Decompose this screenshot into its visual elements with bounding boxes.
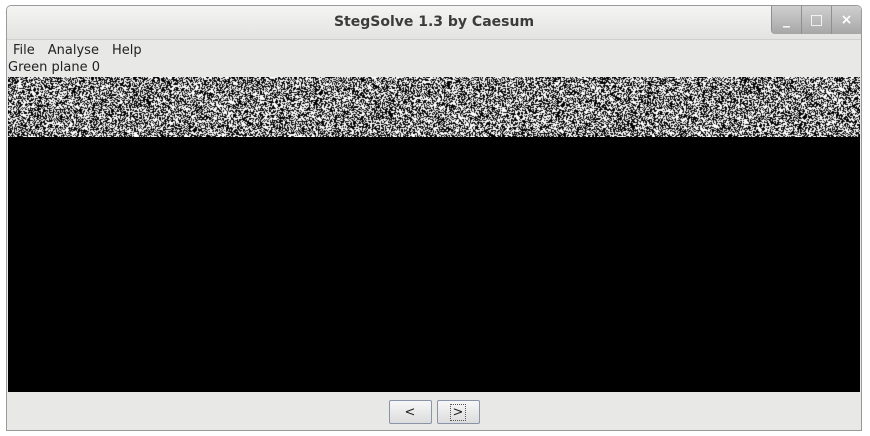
menu-help[interactable]: Help bbox=[106, 43, 149, 58]
stegsolve-window: StegSolve 1.3 by Caesum _ □ × File Analy… bbox=[6, 5, 862, 431]
close-button[interactable]: × bbox=[831, 6, 861, 34]
window-controls: _ □ × bbox=[771, 6, 861, 34]
maximize-button[interactable]: □ bbox=[801, 6, 831, 34]
bit-plane-noise-image bbox=[8, 77, 860, 137]
image-viewer bbox=[8, 77, 860, 392]
menu-bar: File Analyse Help bbox=[7, 40, 861, 60]
close-icon: × bbox=[840, 12, 853, 28]
title-bar[interactable]: StegSolve 1.3 by Caesum _ □ × bbox=[7, 6, 861, 40]
window-title: StegSolve 1.3 by Caesum bbox=[333, 14, 535, 30]
next-plane-button[interactable]: > bbox=[436, 400, 480, 424]
menu-file[interactable]: File bbox=[7, 43, 42, 58]
next-label: > bbox=[449, 403, 467, 421]
plane-label: Green plane 0 bbox=[8, 60, 100, 75]
menu-analyse[interactable]: Analyse bbox=[42, 43, 106, 58]
minimize-button[interactable]: _ bbox=[771, 6, 801, 34]
maximize-icon: □ bbox=[809, 12, 824, 28]
previous-plane-button[interactable]: < bbox=[388, 400, 432, 424]
minimize-icon: _ bbox=[783, 12, 790, 28]
previous-label: < bbox=[404, 404, 416, 420]
navigation-bar: < > bbox=[7, 400, 861, 424]
